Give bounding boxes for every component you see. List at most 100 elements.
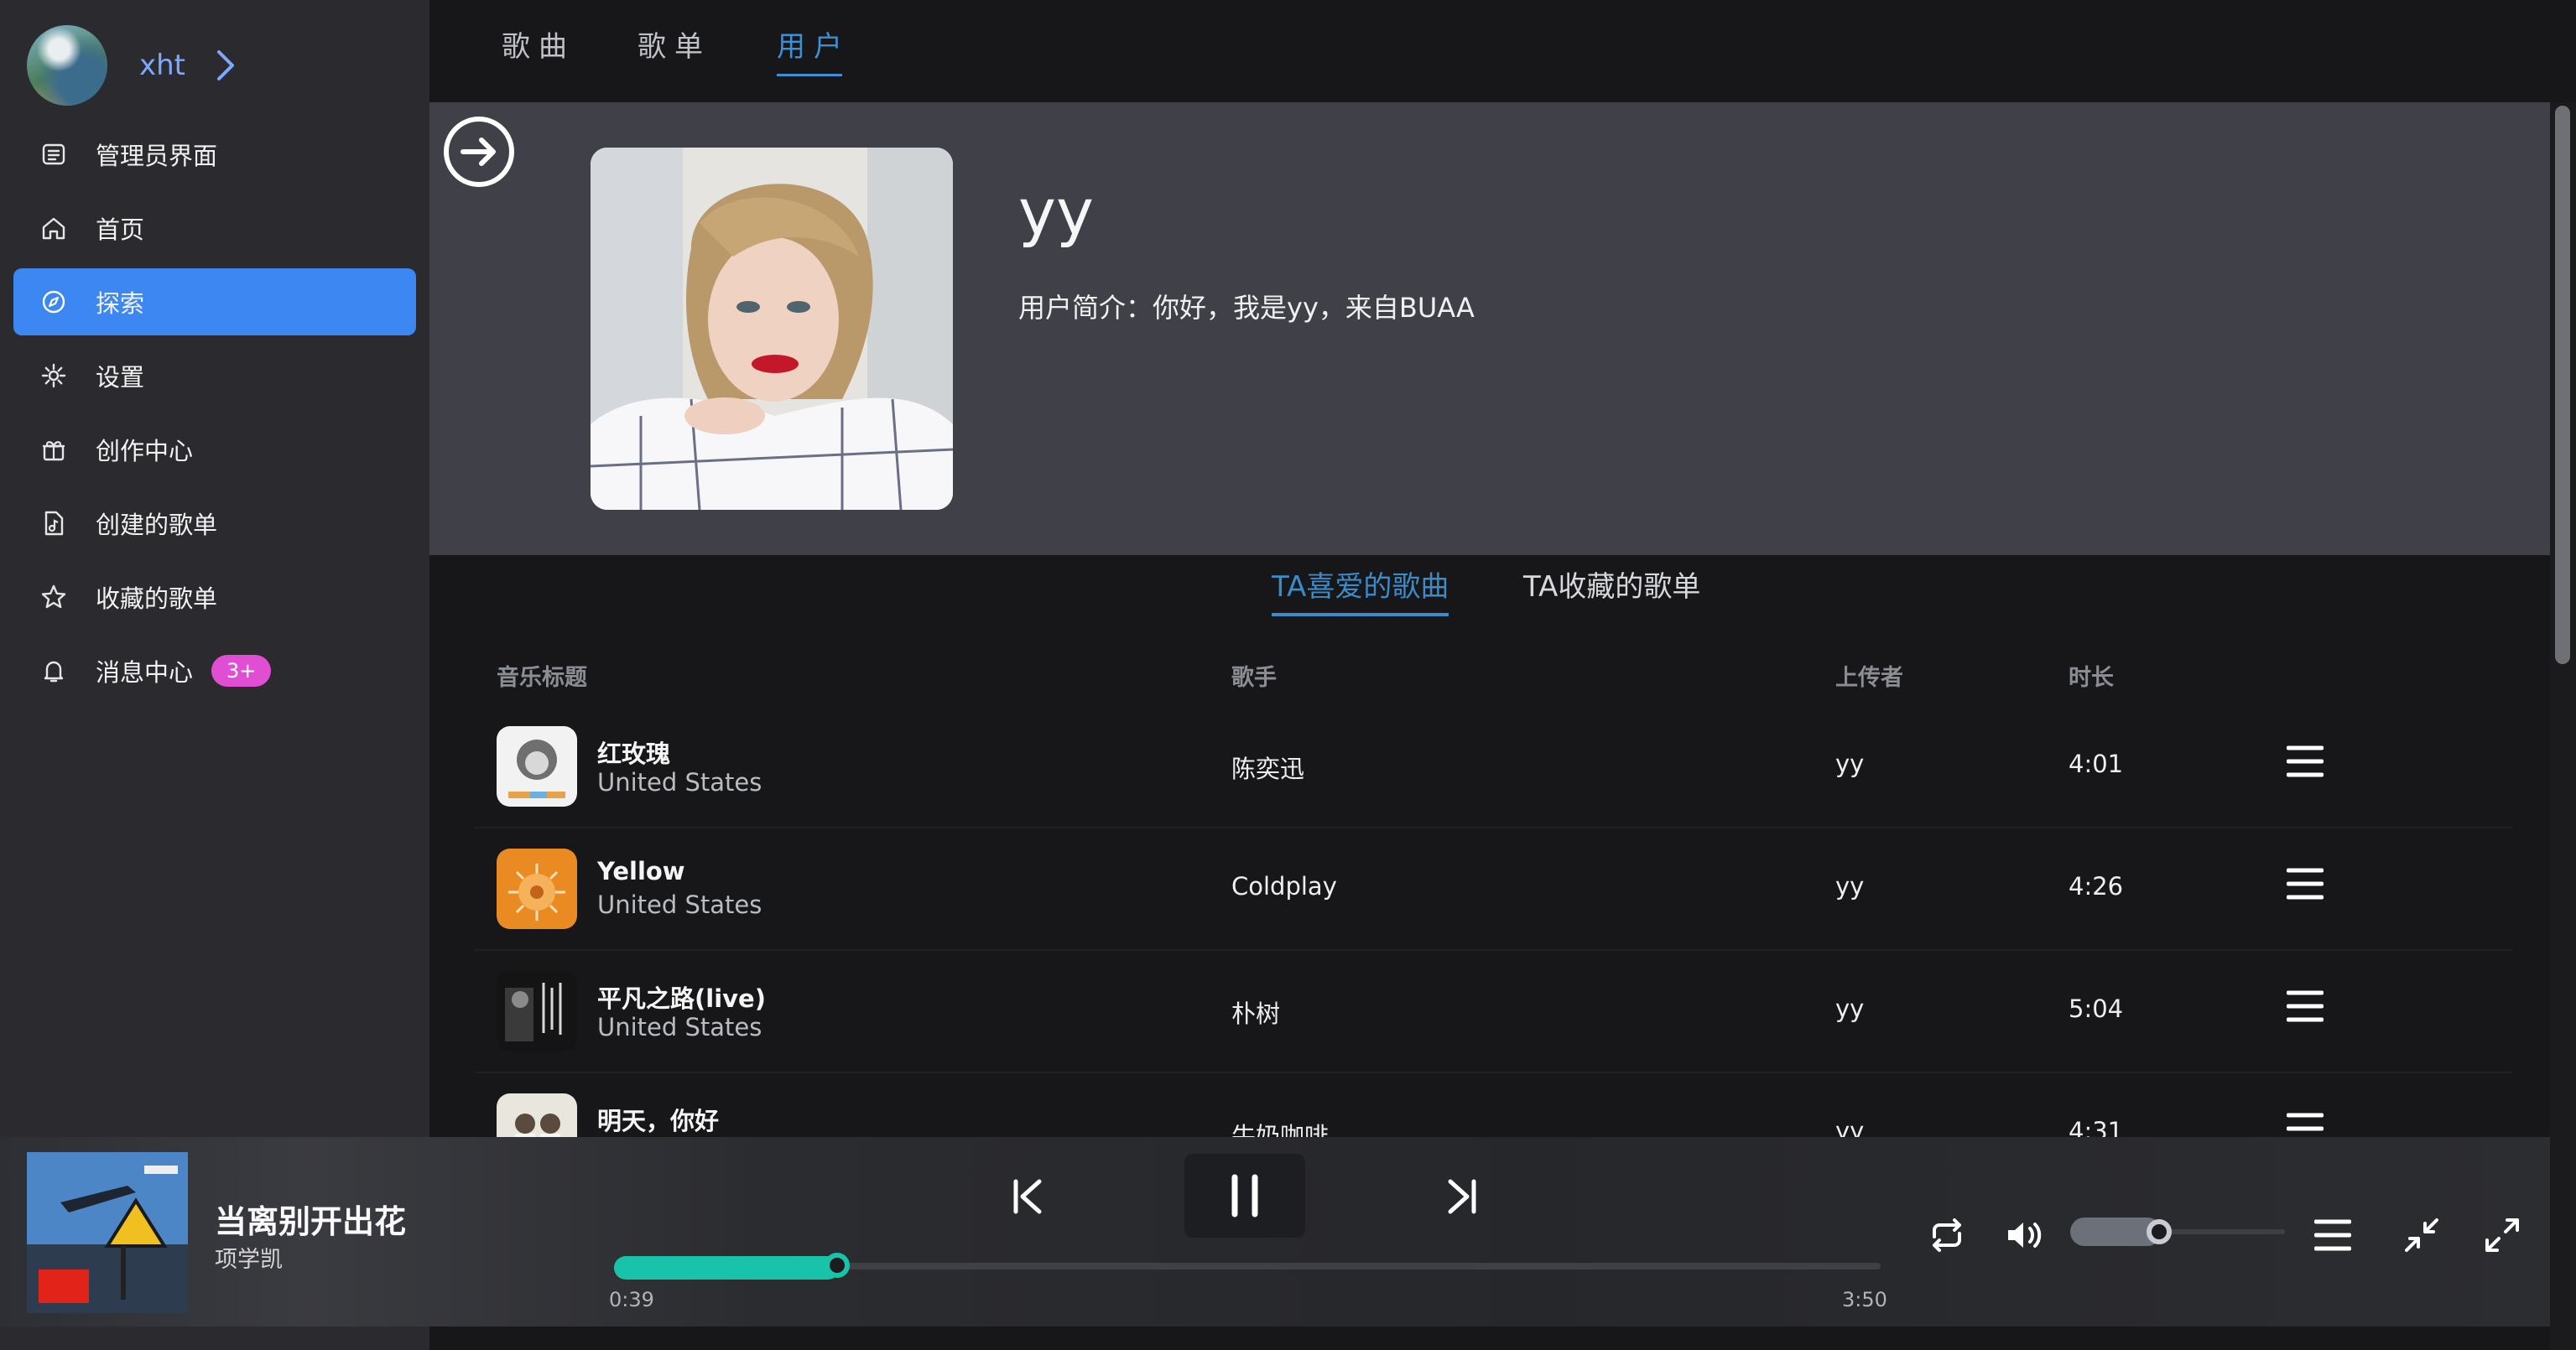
- playlist-button[interactable]: [2312, 1214, 2354, 1256]
- song-artist[interactable]: 陈奕迅: [1231, 750, 1304, 785]
- song-duration: 4:26: [2069, 872, 2124, 901]
- sidebar-item-messages[interactable]: 消息中心 3+: [13, 637, 416, 704]
- table-row[interactable]: 红玫瑰 United States 陈奕迅 yy 4:01: [475, 706, 2513, 828]
- minimize-icon: [2405, 1218, 2438, 1252]
- gear-icon: [39, 361, 69, 391]
- menu-icon[interactable]: [2287, 745, 2324, 778]
- gift-icon: [39, 434, 69, 465]
- user-profile-link[interactable]: xht: [27, 23, 237, 107]
- song-uploader[interactable]: yy: [1835, 750, 1864, 778]
- sidebar-item-admin[interactable]: 管理员界面: [13, 121, 416, 188]
- sidebar-item-settings[interactable]: 设置: [13, 342, 416, 409]
- tab-songs[interactable]: 歌曲: [502, 23, 575, 65]
- song-duration: 5:04: [2069, 994, 2124, 1023]
- current-time: 0:39: [609, 1288, 654, 1311]
- song-duration: 4:01: [2069, 750, 2124, 778]
- song-title[interactable]: 平凡之路(live): [597, 979, 766, 1015]
- song-title[interactable]: Yellow: [597, 857, 685, 885]
- sidebar-item-favorite-playlists[interactable]: 收藏的歌单: [13, 563, 416, 631]
- pause-button[interactable]: [1184, 1154, 1305, 1238]
- top-tabs: 歌曲 歌单 用户: [429, 0, 2576, 102]
- previous-button[interactable]: [1007, 1176, 1049, 1218]
- volume-icon: [2008, 1223, 2042, 1248]
- username[interactable]: xht: [139, 49, 185, 82]
- scrollbar-thumb[interactable]: [2555, 106, 2570, 664]
- sidebar-item-label: 创作中心: [96, 437, 194, 465]
- sidebar-item-home[interactable]: 首页: [13, 195, 416, 262]
- message-count-badge: 3+: [211, 655, 272, 687]
- file-music-icon: [39, 508, 69, 538]
- tab-playlists[interactable]: 歌单: [637, 23, 711, 65]
- avatar[interactable]: [27, 25, 107, 106]
- back-button[interactable]: [441, 114, 517, 190]
- page-scrollbar[interactable]: [2550, 102, 2576, 1350]
- star-icon: [39, 582, 69, 612]
- music-player-bar: 当离别开出花 项学凯 0:39 3:50: [0, 1137, 2550, 1327]
- sidebar-item-label: 收藏的歌单: [96, 584, 218, 613]
- home-icon: [39, 213, 69, 243]
- tab-favorite-songs[interactable]: TA喜爱的歌曲: [1272, 563, 1449, 616]
- sidebar-item-explore[interactable]: 探索: [13, 268, 416, 335]
- menu-icon: [2314, 1219, 2351, 1251]
- header-uploader: 上传者: [1835, 665, 1903, 691]
- header-duration: 时长: [2069, 665, 2114, 691]
- song-artist[interactable]: Coldplay: [1231, 872, 1337, 901]
- next-button[interactable]: [1441, 1176, 1483, 1218]
- header-title: 音乐标题: [497, 665, 587, 691]
- user-profile-panel: yy 用户简介：你好，我是yy，来自BUAA: [429, 102, 2550, 555]
- sidebar-item-creator-center[interactable]: 创作中心: [13, 416, 416, 483]
- volume-handle[interactable]: [2147, 1219, 2173, 1244]
- content-below-player: [429, 1327, 2550, 1350]
- table-row[interactable]: Yellow United States Coldplay yy 4:26: [475, 828, 2513, 951]
- sidebar-item-label: 探索: [96, 289, 145, 318]
- song-cover: [497, 971, 577, 1051]
- now-playing-cover[interactable]: [27, 1152, 188, 1313]
- chevron-right-icon[interactable]: [214, 49, 237, 82]
- sidebar-item-label: 设置: [96, 363, 145, 392]
- menu-icon[interactable]: [2287, 989, 2324, 1023]
- header-artist: 歌手: [1231, 665, 1277, 691]
- volume-button[interactable]: [2003, 1214, 2045, 1256]
- total-time: 3:50: [1842, 1288, 1887, 1311]
- compass-icon: [39, 287, 69, 317]
- song-table: 音乐标题 歌手 上传者 时长 红玫瑰 United States 陈奕迅 yy …: [475, 639, 2513, 1196]
- song-cover: [497, 726, 577, 807]
- song-uploader[interactable]: yy: [1835, 872, 1864, 901]
- profile-name: yy: [1018, 174, 1094, 249]
- volume-slider[interactable]: [2070, 1218, 2285, 1246]
- progress-handle[interactable]: [824, 1253, 850, 1278]
- song-cover: [497, 849, 577, 929]
- repeat-button[interactable]: [1926, 1214, 1968, 1256]
- song-uploader[interactable]: yy: [1835, 994, 1864, 1023]
- fullscreen-button[interactable]: [2481, 1214, 2523, 1256]
- profile-bio: 用户简介：你好，我是yy，来自BUAA: [1018, 292, 1475, 324]
- song-region: United States: [597, 890, 762, 919]
- profile-photo: [591, 148, 953, 510]
- song-title[interactable]: 红玫瑰: [597, 735, 670, 770]
- admin-list-icon: [39, 139, 69, 169]
- skip-forward-icon: [1448, 1179, 1476, 1214]
- tab-collected-playlists[interactable]: TA收藏的歌单: [1523, 563, 1700, 605]
- sidebar-item-created-playlists[interactable]: 创建的歌单: [13, 490, 416, 557]
- repeat-icon: [1933, 1218, 1961, 1252]
- pause-icon: [1231, 1174, 1258, 1218]
- skip-back-icon: [1013, 1179, 1042, 1214]
- now-playing-artist[interactable]: 项学凯: [215, 1241, 283, 1274]
- sidebar-item-label: 管理员界面: [96, 142, 218, 170]
- sidebar-nav: 管理员界面 首页 探索 设置 创作中心 创建的歌单 收藏的歌单 消息中心 3+: [13, 121, 416, 711]
- progress-fill: [614, 1256, 840, 1280]
- table-row[interactable]: 平凡之路(live) United States 朴树 yy 5:04: [475, 951, 2513, 1073]
- bell-icon: [39, 656, 69, 686]
- song-title[interactable]: 明天，你好: [597, 1102, 719, 1137]
- song-artist[interactable]: 朴树: [1231, 994, 1280, 1030]
- sidebar-item-label: 创建的歌单: [96, 511, 218, 539]
- now-playing-title[interactable]: 当离别开出花: [215, 1196, 406, 1242]
- progress-slider[interactable]: [614, 1253, 1881, 1280]
- song-region: United States: [597, 768, 762, 797]
- table-header: 音乐标题 歌手 上传者 时长: [475, 639, 2513, 706]
- tab-users[interactable]: 用户: [777, 23, 851, 76]
- menu-icon[interactable]: [2287, 867, 2324, 901]
- sidebar-item-label: 首页: [96, 215, 145, 244]
- minimize-button[interactable]: [2401, 1214, 2443, 1256]
- profile-sub-tabs: TA喜爱的歌曲 TA收藏的歌单: [429, 555, 2550, 639]
